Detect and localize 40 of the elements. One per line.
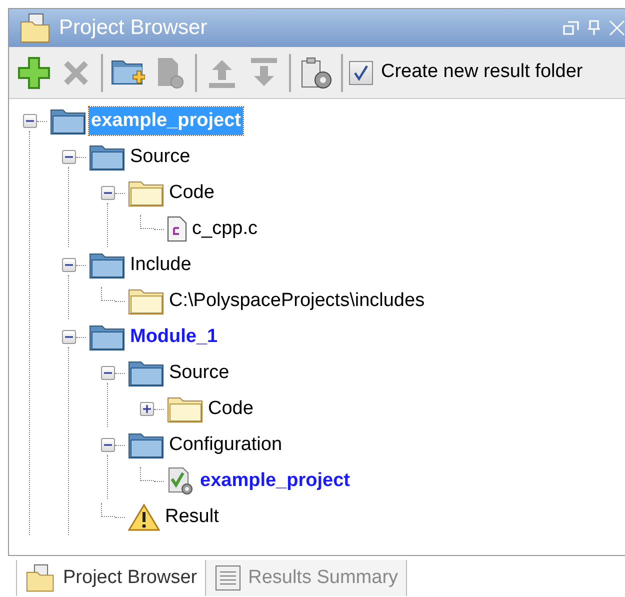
tree-item[interactable]: Result <box>163 503 221 531</box>
bottom-tab[interactable]: Project Browser <box>16 560 206 596</box>
folder-icon <box>128 179 164 207</box>
tree-item[interactable]: Include <box>128 251 194 279</box>
plus-icon <box>142 404 152 414</box>
folder-icon <box>128 359 164 387</box>
tree-item[interactable]: Code <box>206 395 256 423</box>
warning-icon <box>128 503 160 531</box>
folder-icon <box>128 431 164 459</box>
folder-icon <box>128 287 164 315</box>
collapse-toggle[interactable] <box>23 114 37 128</box>
tree-item[interactable]: Configuration <box>167 431 284 459</box>
tree-item[interactable]: C:\PolyspaceProjects\includes <box>167 287 427 315</box>
tree-item[interactable]: c_cpp.c <box>190 215 260 243</box>
tree-item[interactable]: example_project <box>198 467 352 495</box>
tree-item[interactable]: Source <box>167 359 232 387</box>
tree-item[interactable]: Code <box>167 179 216 207</box>
clipboard-gear-icon <box>299 54 333 90</box>
folder-icon <box>89 251 125 279</box>
tree-item[interactable]: Source <box>128 143 192 171</box>
document-gear-icon <box>155 56 185 90</box>
window-title: Project Browser <box>59 15 208 42</box>
folder-icon <box>89 323 125 351</box>
folder-icon <box>167 395 203 423</box>
checkbox[interactable] <box>349 60 373 84</box>
tree-item[interactable]: Module_1 <box>128 323 220 351</box>
folder-icon <box>89 143 125 171</box>
collapse-toggle[interactable] <box>101 186 115 200</box>
collapse-toggle[interactable] <box>101 438 115 452</box>
document-check-gear-icon <box>167 466 195 496</box>
c-file-icon <box>167 216 187 242</box>
collapse-toggle[interactable] <box>62 330 76 344</box>
expand-toggle[interactable] <box>140 402 154 416</box>
folder-icon <box>50 107 86 135</box>
collapse-toggle[interactable] <box>101 366 115 380</box>
list-icon <box>214 564 242 592</box>
checkbox-label: Create new result folder <box>381 60 583 84</box>
add-icon <box>17 56 51 90</box>
collapse-toggle[interactable] <box>62 150 76 164</box>
collapse-toggle[interactable] <box>62 258 76 272</box>
